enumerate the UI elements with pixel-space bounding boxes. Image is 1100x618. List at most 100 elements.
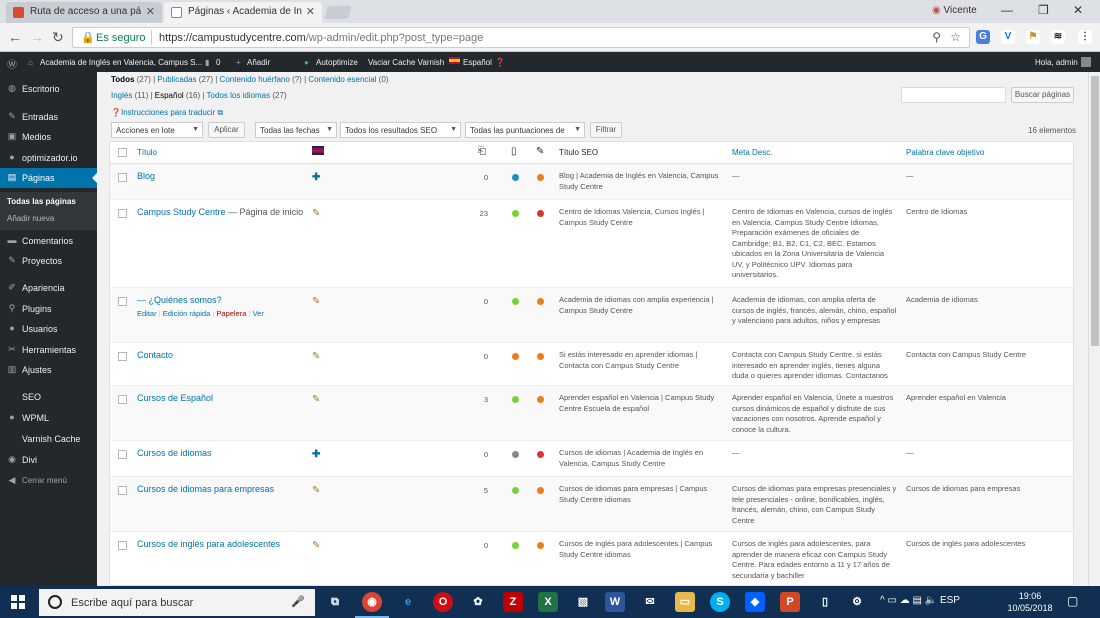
view-link[interactable]: Ver [253,309,264,318]
reload-icon[interactable]: ↻ [52,29,64,46]
opera-icon[interactable]: O [433,592,453,612]
filter-cornerstone[interactable]: Contenido esencial [308,75,376,84]
filter-all[interactable]: Todos [111,75,134,84]
settings-gear-icon[interactable]: ⚙ [847,592,867,612]
search-pages-input[interactable] [901,87,1006,103]
seo-filter-select[interactable]: Todos los resultados SEO ▼ [340,122,461,138]
show-hidden-icons-icon[interactable]: ^ [880,595,885,606]
bookmark-star-icon[interactable]: ☆ [950,30,961,44]
autoptimize-link[interactable]: Autoptimize [316,58,358,67]
language-switcher[interactable]: Español [463,58,492,67]
maximize-icon[interactable]: ❐ [1038,3,1049,17]
row-checkbox[interactable] [118,486,127,495]
powerpoint-icon[interactable]: P [780,592,800,612]
sidebar-collapse-menu[interactable]: ◀ Cerrar menú [0,471,97,491]
page-title-link[interactable]: Campus Study Centre — Página de inicio [137,207,303,217]
translate-extension-icon[interactable]: G [976,30,990,44]
word-icon[interactable]: W [605,592,625,612]
image-viewer-icon[interactable]: ▧ [573,592,593,612]
submenu-all-pages[interactable]: Todas las páginas [7,197,76,206]
close-tab-icon[interactable]: ✕ [306,5,315,18]
row-checkbox[interactable] [118,541,127,550]
edit-translation-icon[interactable]: ✎ [312,485,320,496]
translate-instructions[interactable]: ❓Instrucciones para traducir ⧉ [111,108,223,118]
edit-link[interactable]: Editar [137,309,157,318]
excel-icon[interactable]: X [538,592,558,612]
lang-spanish[interactable]: Español [155,91,184,100]
input-language[interactable]: ESP [940,595,960,606]
filezilla-icon[interactable]: Z [503,592,523,612]
network-icon[interactable]: ▤ [913,595,922,606]
page-title-link[interactable]: Blog [137,171,155,181]
file-explorer-icon[interactable]: ▭ [675,592,695,612]
edit-translation-icon[interactable]: ✎ [312,540,320,551]
battery-icon[interactable]: ▭ [887,595,896,606]
add-new-link[interactable]: Añadir [247,58,270,67]
sidebar-item-usuarios[interactable]: ● Usuarios [0,319,97,339]
row-checkbox[interactable] [118,352,127,361]
sidebar-item-paginas[interactable]: ▤ Páginas [0,168,97,188]
help-icon[interactable]: ❓ [495,58,505,67]
minimize-icon[interactable]: — [1001,3,1013,17]
sidebar-item-entradas[interactable]: ✎ Entradas [0,107,97,127]
forward-icon[interactable]: → [30,29,44,45]
lang-english[interactable]: Inglés [111,91,132,100]
submenu-add-new[interactable]: Añadir nueva [7,214,54,223]
sidebar-item-comentarios[interactable]: ▬ Comentarios [0,231,97,251]
browser-tab-2[interactable]: Páginas ‹ Academia de In ✕ [164,2,322,23]
sidebar-item-wpml[interactable]: ● WPML [0,408,97,428]
edit-translation-icon[interactable]: ✎ [312,296,320,307]
page-title-link[interactable]: Contacto [137,350,173,360]
address-bar[interactable]: 🔒 Es seguro https://campustudycentre.com… [72,27,970,48]
bulk-action-select[interactable]: Acciones en lote ▼ [111,122,203,138]
sidebar-item-plugins[interactable]: ⚲ Plugins [0,299,97,319]
profile-button[interactable]: ◉ Vicente [932,5,977,16]
purge-varnish-link[interactable]: Vaciar Cache Varnish [368,58,444,67]
windows-start-icon[interactable] [11,595,25,609]
task-view-icon[interactable]: ⧉ [325,592,345,612]
onedrive-cloud-icon[interactable]: ☁ [900,595,910,606]
page-title-link[interactable]: Cursos de inglés para adolescentes [137,539,280,549]
layers-extension-icon[interactable]: ≋ [1051,30,1065,44]
sidebar-item-divi[interactable]: ◉ Divi [0,450,97,470]
gimp-icon[interactable]: ✿ [468,592,488,612]
new-tab-button[interactable] [323,6,353,19]
close-tab-icon[interactable]: ✕ [146,5,155,18]
zoom-icon[interactable]: ⚲ [932,30,941,44]
row-checkbox[interactable] [118,395,127,404]
taskbar-clock[interactable]: 19:06 10/05/2018 [1003,590,1057,614]
column-focus-keyword[interactable]: Palabra clave objetivo [906,148,984,157]
action-center-icon[interactable]: ▢ [1067,594,1078,608]
volume-icon[interactable]: 🔈 [925,595,937,606]
row-checkbox[interactable] [118,297,127,306]
select-all-checkbox[interactable] [118,148,127,157]
column-meta-desc[interactable]: Meta Desc. [732,148,772,157]
column-title[interactable]: Título [137,148,157,157]
wordpress-logo-icon[interactable]: Ⓦ [7,56,17,71]
mail-icon[interactable]: ✉ [640,592,660,612]
apply-button[interactable]: Aplicar [208,122,245,138]
sidebar-item-medios[interactable]: ▣ Medios [0,127,97,147]
close-window-icon[interactable]: ✕ [1073,3,1083,17]
vimeo-extension-icon[interactable]: V [1001,30,1015,44]
date-filter-select[interactable]: Todas las fechas ▼ [255,122,337,138]
site-name-link[interactable]: Academia de Inglés en Valencia, Campus S… [40,58,202,67]
row-checkbox[interactable] [118,173,127,182]
comments-count[interactable]: 0 [216,58,220,67]
readability-filter-select[interactable]: Todas las puntuaciones de ▼ [465,122,585,138]
page-title-link[interactable]: Cursos de Español [137,393,213,403]
browser-tab-1[interactable]: Ruta de acceso a una pá ✕ [6,2,162,23]
add-translation-icon[interactable]: ✚ [312,449,320,460]
page-scrollbar[interactable] [1088,72,1100,586]
page-title-link[interactable]: Cursos de idiomas [137,448,212,458]
edge-icon[interactable]: e [398,592,418,612]
skype-icon[interactable]: S [710,592,730,612]
edit-translation-icon[interactable]: ✎ [312,208,320,219]
sidebar-item-apariencia[interactable]: ✐ Apariencia [0,278,97,298]
row-checkbox[interactable] [118,209,127,218]
filter-button[interactable]: Filtrar [590,122,622,138]
avatar[interactable] [1081,57,1091,67]
filter-orphan[interactable]: Contenido huérfano [220,75,290,84]
edit-translation-icon[interactable]: ✎ [312,394,320,405]
sidebar-item-optimizador[interactable]: ● optimizador.io [0,148,97,168]
